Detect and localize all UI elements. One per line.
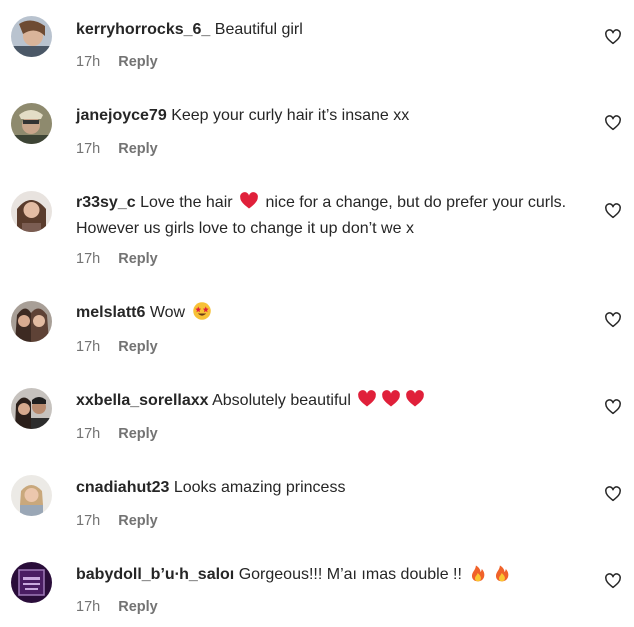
- heart-outline-icon[interactable]: [604, 572, 622, 590]
- fire-emoji-icon: [468, 563, 488, 583]
- comment-body-start: Love the hair: [140, 194, 233, 211]
- red-heart-emoji-icon: [239, 191, 259, 211]
- comment-body: Absolutely beautiful: [212, 392, 351, 409]
- comment-time[interactable]: 17h: [76, 426, 100, 442]
- comment-time[interactable]: 17h: [76, 141, 100, 157]
- reply-button[interactable]: Reply: [118, 599, 158, 615]
- user-avatar[interactable]: [11, 388, 52, 429]
- reply-button[interactable]: Reply: [118, 251, 158, 267]
- comment-text: melslatt6 Wow: [76, 300, 586, 326]
- user-avatar[interactable]: [11, 301, 52, 342]
- fire-emoji-icon: [492, 563, 512, 583]
- user-avatar[interactable]: [11, 103, 52, 144]
- comment-time[interactable]: 17h: [76, 251, 100, 267]
- user-avatar[interactable]: [11, 16, 52, 57]
- heart-outline-icon[interactable]: [604, 28, 622, 46]
- comment-meta: 17h Reply: [76, 339, 158, 355]
- comment-time[interactable]: 17h: [76, 599, 100, 615]
- comment-meta: 17h Reply: [76, 599, 158, 615]
- heart-outline-icon[interactable]: [604, 485, 622, 503]
- reply-button[interactable]: Reply: [118, 426, 158, 442]
- comment-text: babydoll_b’u∙h_saloı Gorgeous!!! M’aı ım…: [76, 562, 586, 588]
- comment-meta: 17h Reply: [76, 513, 158, 529]
- comment-time[interactable]: 17h: [76, 54, 100, 70]
- comment-body: Looks amazing princess: [173, 479, 346, 496]
- comment-body: Gorgeous!!! M’aı ımas double !!: [238, 566, 462, 583]
- red-heart-emoji-icon: [405, 389, 425, 409]
- red-heart-emoji-icon: [357, 389, 377, 409]
- heart-outline-icon[interactable]: [604, 398, 622, 416]
- comment-username[interactable]: janejoyce79: [76, 107, 167, 124]
- comment-meta: 17h Reply: [76, 54, 158, 70]
- heart-outline-icon[interactable]: [604, 311, 622, 329]
- comment-time[interactable]: 17h: [76, 513, 100, 529]
- comment-username[interactable]: xxbella_sorellaxx: [76, 392, 209, 409]
- comment-time[interactable]: 17h: [76, 339, 100, 355]
- heart-outline-icon[interactable]: [604, 202, 622, 220]
- heart-outline-icon[interactable]: [604, 114, 622, 132]
- star-struck-emoji-icon: [192, 301, 212, 321]
- reply-button[interactable]: Reply: [118, 513, 158, 529]
- comment-username[interactable]: cnadiahut23: [76, 479, 169, 496]
- user-avatar[interactable]: [11, 562, 52, 603]
- reply-button[interactable]: Reply: [118, 141, 158, 157]
- comment-meta: 17h Reply: [76, 141, 158, 157]
- user-avatar[interactable]: [11, 475, 52, 516]
- red-heart-emoji-icon: [381, 389, 401, 409]
- comment-text: r33sy_c Love the hair nice for a change,…: [76, 190, 586, 242]
- comment-text: kerryhorrocks_6_ Beautiful girl: [76, 17, 586, 43]
- reply-button[interactable]: Reply: [118, 54, 158, 70]
- comment-body: Keep your curly hair it’s insane xx: [171, 107, 410, 124]
- comment-text: xxbella_sorellaxx Absolutely beautiful: [76, 388, 586, 414]
- comment-meta: 17h Reply: [76, 251, 158, 267]
- comment-username[interactable]: kerryhorrocks_6_: [76, 21, 210, 38]
- comment-text: janejoyce79 Keep your curly hair it’s in…: [76, 103, 586, 129]
- comment-text: cnadiahut23 Looks amazing princess: [76, 475, 586, 501]
- user-avatar[interactable]: [11, 191, 52, 232]
- comment-meta: 17h Reply: [76, 426, 158, 442]
- comment-body: Beautiful girl: [214, 21, 303, 38]
- comment-username[interactable]: melslatt6: [76, 304, 145, 321]
- comment-body: Wow: [149, 304, 186, 321]
- reply-button[interactable]: Reply: [118, 339, 158, 355]
- comment-username[interactable]: r33sy_c: [76, 194, 136, 211]
- comment-username[interactable]: babydoll_b’u∙h_saloı: [76, 566, 234, 583]
